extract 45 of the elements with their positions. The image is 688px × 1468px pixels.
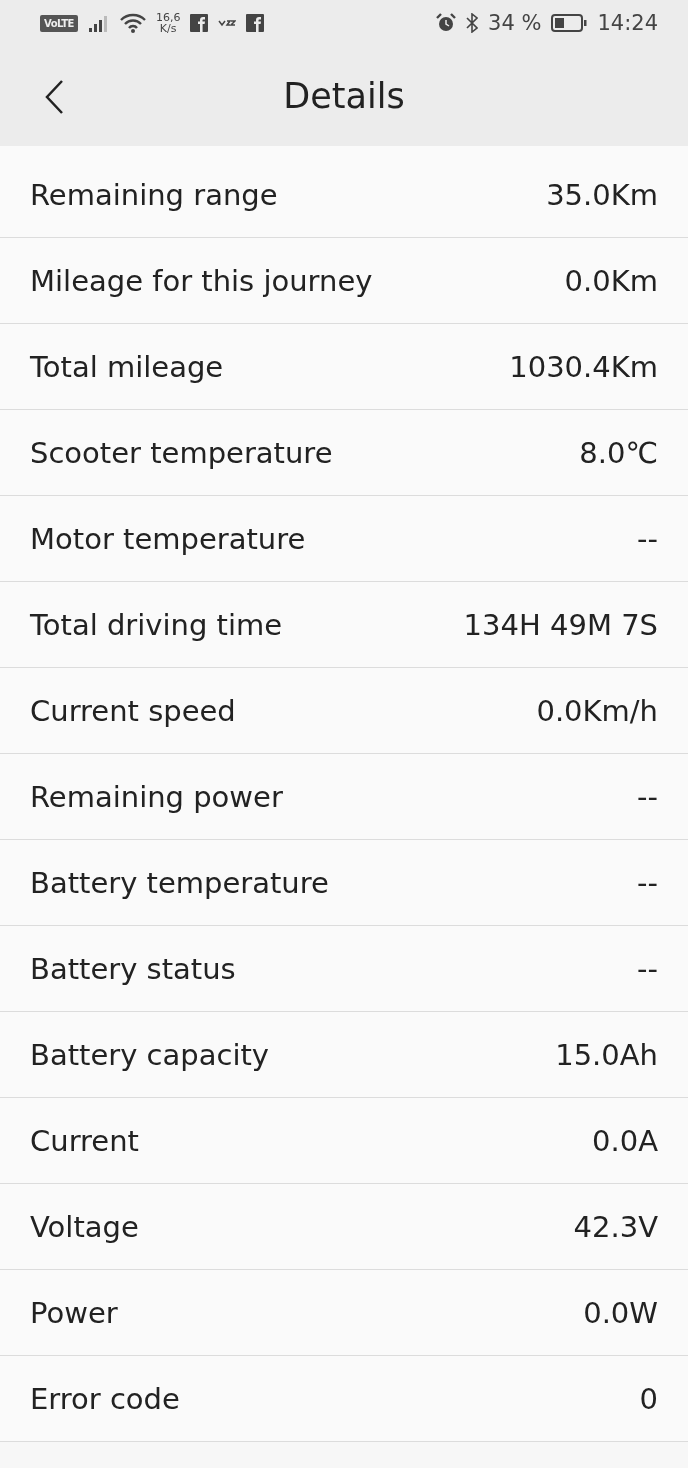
detail-label: Power [30,1295,118,1330]
detail-value: 35.0Km [546,177,658,212]
detail-value: 0.0Km [564,263,658,298]
detail-value: -- [637,779,658,814]
clock-time: 14:24 [597,11,658,35]
detail-value: 0.0W [583,1295,658,1330]
alarm-icon [436,13,457,33]
detail-label: Total driving time [30,607,283,642]
detail-value: -- [637,865,658,900]
detail-label: Scooter temperature [30,435,333,470]
notification-icon [218,19,237,27]
detail-value: 15.0Ah [555,1037,658,1072]
detail-label: Current speed [30,693,236,728]
detail-value: -- [637,951,658,986]
volte-badge: VoLTE [40,14,78,32]
detail-label: Battery capacity [30,1037,269,1072]
detail-label: Battery temperature [30,865,329,900]
detail-label: Error code [30,1381,180,1416]
detail-value: 8.0℃ [579,435,658,470]
battery-percentage: 34 % [488,11,542,35]
detail-value: 0.0Km/h [536,693,658,728]
detail-value: 0.0A [592,1123,658,1158]
detail-label: Total mileage [30,349,224,384]
battery-icon [551,14,588,32]
detail-label: Mileage for this journey [30,263,373,298]
network-speed: 16,6 [155,12,181,23]
detail-value: 42.3V [573,1209,658,1244]
detail-value: 134H 49M 7S [463,607,658,642]
signal-icon [87,14,110,32]
detail-label: Motor temperature [30,521,306,556]
facebook-icon [190,14,209,32]
detail-label: Current [30,1123,139,1158]
detail-value: 0 [639,1381,658,1416]
detail-label: Remaining power [30,779,283,814]
detail-value: 1030.4Km [509,349,658,384]
detail-label: Battery status [30,951,236,986]
detail-value: -- [637,521,658,556]
facebook-icon [246,14,265,32]
detail-label: Voltage [30,1209,139,1244]
detail-label: Remaining range [30,177,278,212]
wifi-icon [119,13,146,33]
back-icon [44,80,64,114]
page-title: Details [283,76,405,116]
network-speed-unit: K/s [159,23,177,34]
bluetooth-icon [466,13,479,33]
